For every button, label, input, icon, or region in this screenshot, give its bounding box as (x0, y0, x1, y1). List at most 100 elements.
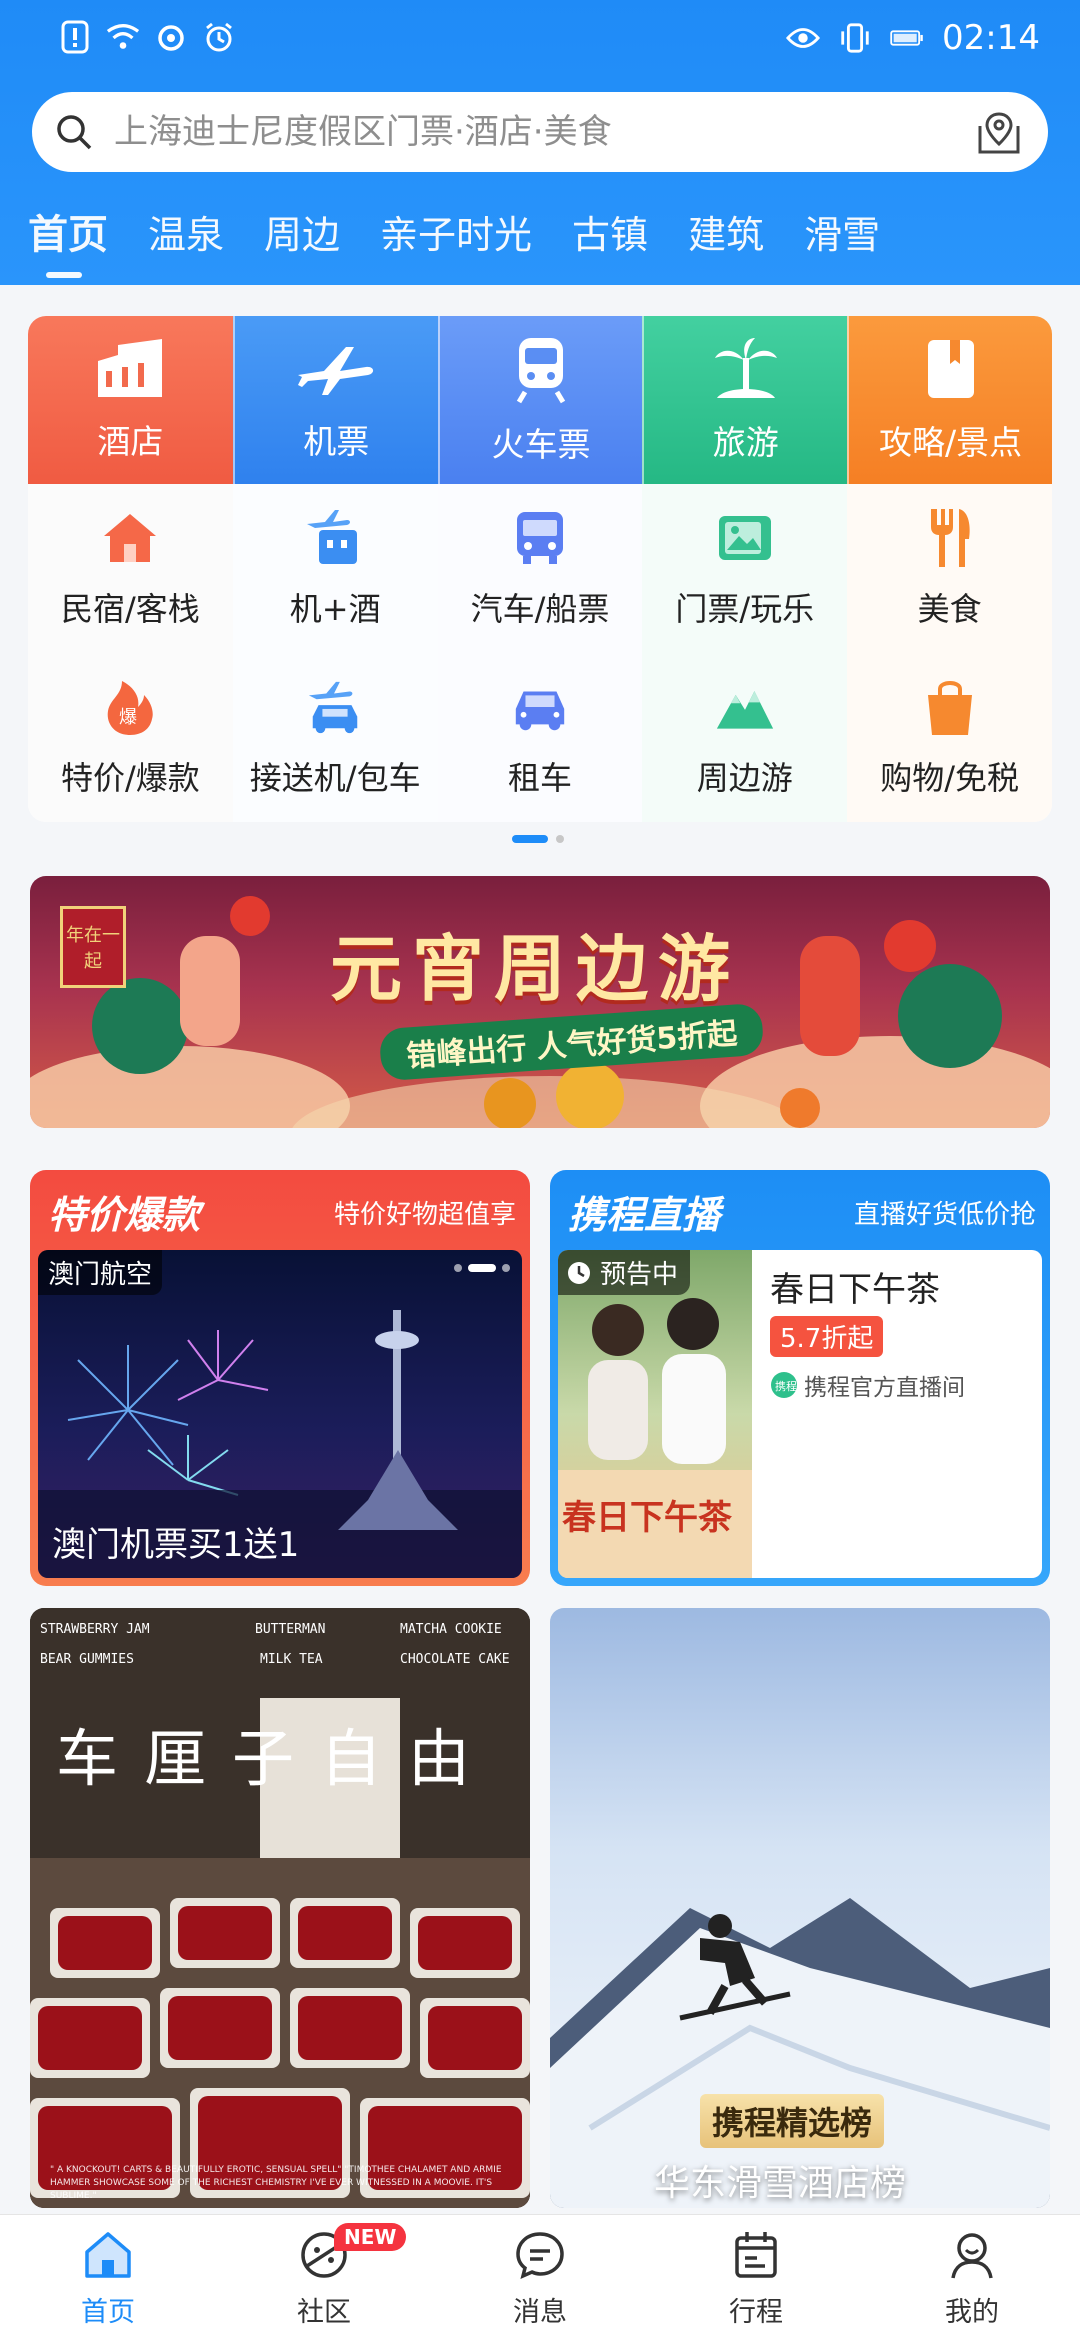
channel-avatar-icon: 携程 (771, 1372, 797, 1398)
message-icon (516, 2231, 564, 2279)
hotel-icon (92, 337, 168, 405)
nav-home[interactable]: 首页 (0, 2215, 216, 2341)
lantern-festival-banner[interactable]: 年在一起 元宵周边游 错峰出行 人气好货5折起 (30, 876, 1050, 1128)
train-icon (509, 334, 573, 408)
mountain-icon (715, 677, 775, 737)
category-food-label: 美食 (917, 589, 982, 628)
category-hot-deals[interactable]: 爆 特价/爆款 (28, 653, 233, 822)
vibrate-icon (838, 21, 872, 55)
category-bus-ferry-label: 汽车/船票 (470, 589, 610, 628)
menu-item: BUTTERMAN (255, 1622, 326, 1637)
menu-item: BEAR GUMMIES (40, 1652, 134, 1667)
deals-card-subtitle: 特价好物超值享 (333, 1200, 516, 1230)
new-badge: NEW (334, 2223, 407, 2251)
nav-community[interactable]: 社区 NEW (216, 2215, 432, 2341)
eye-icon (786, 21, 821, 55)
home-icon (85, 2231, 131, 2278)
category-flight-hotel[interactable]: 机+酒 (232, 484, 438, 653)
category-tours[interactable]: 旅游 (642, 316, 848, 484)
category-shopping-label: 购物/免税 (880, 758, 1019, 797)
category-car-rental-label: 租车 (507, 758, 572, 797)
status-time: 02:14 (942, 18, 1040, 58)
plane-icon (294, 337, 378, 405)
live-status-label: 预告中 (600, 1260, 679, 1290)
bus-icon (510, 508, 570, 568)
category-hot-deals-label: 特价/爆款 (61, 758, 200, 797)
deals-card[interactable]: 特价爆款 特价好物超值享 澳门航空 澳门机票买1送1 (30, 1170, 530, 1586)
profile-icon (951, 2232, 993, 2278)
category-flights-label: 机票 (303, 422, 370, 461)
cutlery-icon (920, 508, 980, 568)
feed-headline: 车厘子自由 (56, 1722, 497, 1795)
header: 02:14 首页 温泉 周边 亲子时光 古镇 建筑 滑雪 (0, 0, 1080, 285)
search-input[interactable] (112, 111, 936, 153)
svg-text:爆: 爆 (119, 707, 137, 728)
homestay-icon (100, 508, 160, 568)
live-stream-card[interactable]: 携程直播 直播好货低价抢 春日下午茶 预告中 春日下午茶 5.7折起 携程 携程… (550, 1170, 1050, 1586)
category-homestay[interactable]: 民宿/客栈 (28, 484, 233, 653)
category-car-rental[interactable]: 租车 (437, 653, 643, 822)
nav-itinerary[interactable]: 行程 (648, 2215, 864, 2341)
tab-ancient-town[interactable]: 古镇 (552, 204, 668, 259)
page-indicator (512, 835, 564, 843)
category-nearby-tours-label: 周边游 (696, 758, 793, 797)
category-train-label: 火车票 (491, 425, 591, 464)
category-flights[interactable]: 机票 (232, 316, 438, 484)
category-guides-label: 攻略/景点 (879, 423, 1023, 462)
category-bus-ferry[interactable]: 汽车/船票 (437, 484, 643, 653)
feed-card-cherries[interactable]: STRAWBERRY JAM BUTTERMAN MATCHA COOKIE B… (30, 1608, 530, 2208)
nav-profile-label: 我的 (945, 2296, 999, 2328)
feed-card-ski[interactable]: 携程精选榜 华东滑雪酒店榜 (550, 1608, 1050, 2208)
nav-profile[interactable]: 我的 (864, 2215, 1080, 2341)
tab-family[interactable]: 亲子时光 (360, 204, 552, 259)
tab-skiing[interactable]: 滑雪 (784, 204, 900, 259)
category-train[interactable]: 火车票 (437, 316, 643, 484)
palm-tree-icon (711, 336, 781, 406)
category-hotel-label: 酒店 (97, 422, 164, 461)
banner-title: 元宵周边游 (330, 927, 741, 1011)
alert-icon (58, 20, 92, 54)
category-tours-label: 旅游 (712, 423, 779, 462)
live-card-title: 携程直播 (568, 1193, 721, 1237)
page-dot-active (512, 835, 548, 843)
page-dot (556, 835, 564, 843)
category-shopping[interactable]: 购物/免税 (847, 653, 1052, 822)
category-airport-transfer-label: 接送机/包车 (249, 758, 421, 797)
category-guides[interactable]: 攻略/景点 (847, 316, 1052, 484)
clock-icon (568, 1261, 590, 1284)
menu-item: STRAWBERRY JAM (40, 1622, 150, 1637)
carousel-dots (454, 1264, 510, 1272)
nav-messages[interactable]: 消息 (432, 2215, 648, 2341)
live-status-tag: 预告中 (558, 1250, 691, 1295)
category-tickets[interactable]: 门票/玩乐 (642, 484, 848, 653)
nav-messages-label: 消息 (513, 2296, 567, 2328)
nav-home-label: 首页 (81, 2296, 135, 2328)
category-flight-hotel-label: 机+酒 (289, 589, 381, 628)
location-map-icon[interactable] (976, 110, 1022, 156)
car-plane-icon (305, 677, 365, 737)
feed-right-caption: 华东滑雪酒店榜 (654, 2163, 907, 2204)
category-hotel[interactable]: 酒店 (28, 316, 233, 484)
category-nearby-tours[interactable]: 周边游 (642, 653, 848, 822)
bottom-navigation: 首页 社区 NEW 消息 行程 我的 (0, 2214, 1080, 2341)
ticket-icon (715, 508, 775, 568)
deals-card-title: 特价爆款 (48, 1193, 201, 1237)
live-channel: 携程 携程官方直播间 (770, 1368, 965, 1402)
search-bar[interactable] (32, 92, 1048, 172)
live-channel-name: 携程官方直播间 (804, 1375, 965, 1401)
tab-home[interactable]: 首页 (0, 202, 128, 260)
tab-nearby[interactable]: 周边 (244, 204, 360, 259)
wifi-icon (106, 20, 140, 54)
tab-hot-spring[interactable]: 温泉 (128, 204, 244, 259)
tab-architecture[interactable]: 建筑 (668, 204, 784, 259)
itinerary-icon (735, 2231, 777, 2278)
svg-text:携程: 携程 (775, 1379, 797, 1393)
live-discount-badge: 5.7折起 (770, 1316, 884, 1357)
category-airport-transfer[interactable]: 接送机/包车 (232, 653, 438, 822)
guidebook-icon (922, 336, 980, 406)
nav-itinerary-label: 行程 (729, 2296, 783, 2328)
hot-deal-icon: 爆 (100, 677, 160, 737)
category-food[interactable]: 美食 (847, 484, 1052, 653)
search-icon (54, 112, 94, 152)
live-item-title: 春日下午茶 (770, 1270, 940, 1310)
